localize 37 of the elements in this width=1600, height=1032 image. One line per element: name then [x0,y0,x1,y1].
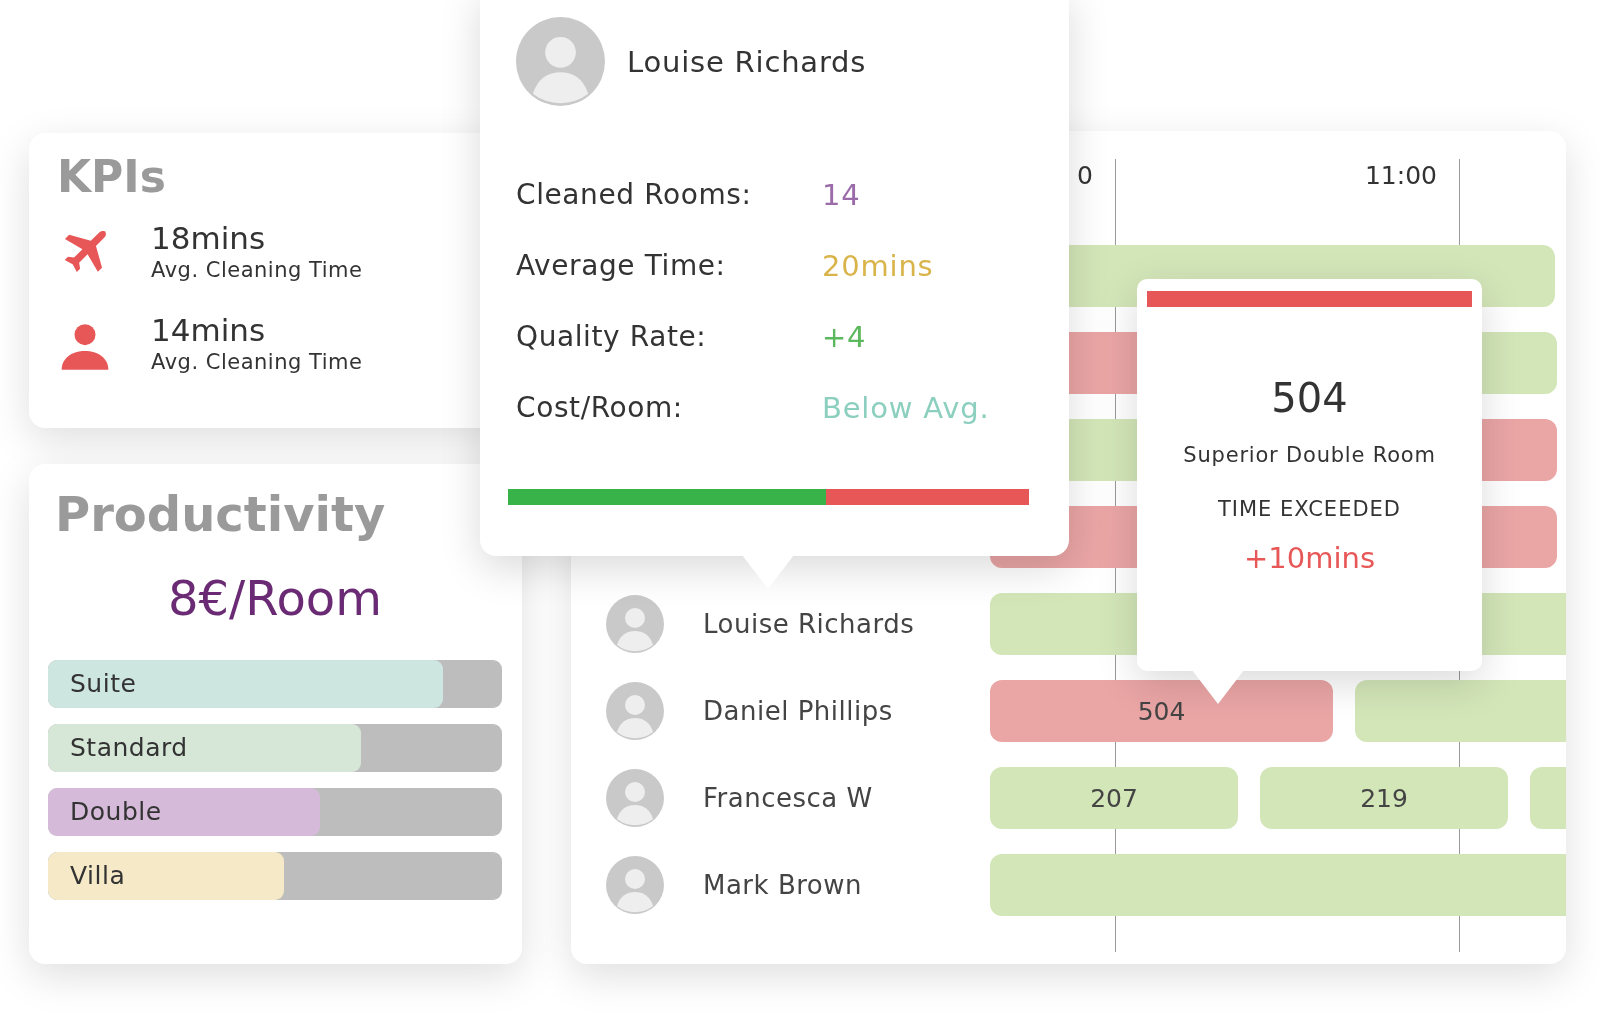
category-label: Villa [69,861,126,890]
room-type: Superior Double Room [1183,443,1436,467]
avatar [606,856,664,914]
category-label: Standard [69,733,188,762]
kpi-title: KPIs [57,151,167,202]
kpi-label: Avg. Cleaning Time [151,257,363,284]
category-label: Suite [69,669,137,698]
staff-name: Mark Brown [703,870,862,900]
kpi-value: 14mins [151,312,267,348]
room-number: 504 [1271,375,1348,421]
schedule-bar[interactable]: 504 [990,680,1333,742]
schedule-bar[interactable]: 207 [990,767,1238,829]
avatar [606,595,664,653]
stat-value: 14 [822,177,862,214]
time-exceeded-value: +10mins [1244,541,1375,575]
staff-name: Louise Richards [703,609,915,639]
kpi-label: Avg. Cleaning Time [151,349,363,376]
room-status: TIME EXCEEDED [1218,497,1401,521]
stat-label: Quality Rate: [516,319,708,355]
cost-per-room: 8€/Room [167,570,383,626]
avatar [606,769,664,827]
staff-name: Daniel Phillips [703,696,893,726]
kpi-value: 18mins [151,220,267,256]
avatar [606,682,664,740]
category-label: Double [69,797,162,826]
staff-name: Louise Richards [627,44,867,79]
stat-value: Below Avg. [822,390,991,427]
productivity-title: Productivity [55,486,387,542]
staff-name: Francesca W [703,783,873,813]
stat-label: Cleaned Rooms: [516,177,753,213]
stat-value: 20mins [822,248,935,285]
stat-value: +4 [822,319,868,356]
stat-label: Cost/Room: [516,390,684,426]
time-label: 11:00 [1364,161,1437,190]
schedule-bar[interactable]: 219 [1260,767,1508,829]
stat-label: Average Time: [516,248,727,284]
time-label: 0 [1077,161,1093,190]
